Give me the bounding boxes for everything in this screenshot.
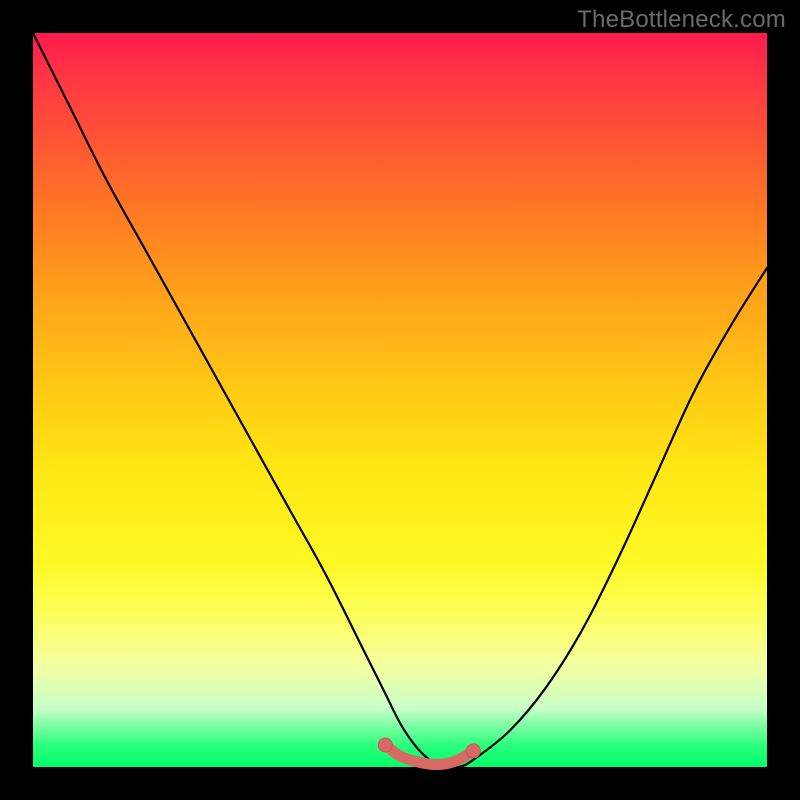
chart-frame: TheBottleneck.com (0, 0, 800, 800)
plot-area (33, 33, 767, 767)
bottom-marker-connector (385, 745, 473, 765)
bottom-marker-group (378, 738, 480, 765)
curve-svg (33, 33, 767, 767)
bottleneck-curve-path (33, 33, 767, 768)
watermark-text: TheBottleneck.com (577, 6, 786, 34)
bottom-marker-end (466, 744, 480, 758)
bottom-marker-start (378, 738, 392, 752)
